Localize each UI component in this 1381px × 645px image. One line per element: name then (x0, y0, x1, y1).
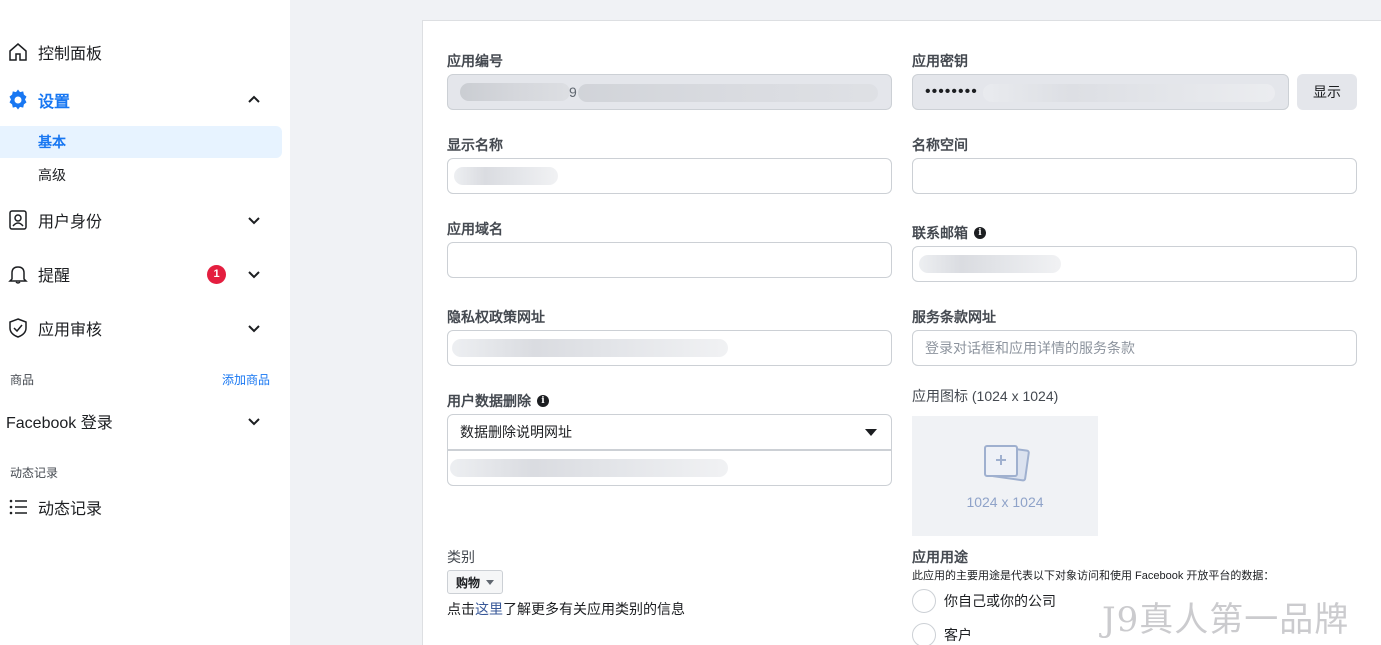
purpose-option-label: 客户 (944, 627, 972, 643)
sidebar-item-label: 基本 (38, 134, 66, 150)
notification-badge: 1 (207, 264, 226, 284)
chevron-up-icon (248, 95, 260, 103)
category-help-link[interactable]: 这里 (475, 601, 503, 617)
tos-url-field[interactable] (912, 330, 1357, 366)
app-secret-field[interactable]: •••••••• (912, 74, 1289, 110)
sidebar-item-label: 提醒 (38, 268, 71, 285)
id-card-icon (6, 208, 30, 232)
display-name-label: 显示名称 (447, 137, 503, 153)
redacted-text (983, 84, 1275, 102)
redacted-text (578, 84, 878, 102)
chevron-down-icon (248, 418, 260, 426)
purpose-option-label: 你自己或你的公司 (944, 593, 1056, 609)
chevron-down-icon (248, 217, 260, 225)
category-help-suffix: 了解更多有关应用类别的信息 (503, 601, 685, 617)
tos-url-label: 服务条款网址 (912, 309, 996, 325)
gear-icon (6, 88, 30, 112)
sidebar-item-user-identity[interactable]: 用户身份 (0, 204, 282, 236)
purpose-option-self[interactable]: 你自己或你的公司 (912, 589, 1056, 613)
image-placeholder-icon (984, 445, 1030, 482)
bell-icon (6, 262, 30, 286)
purpose-label: 应用用途 (912, 549, 968, 565)
tos-url-input[interactable] (925, 340, 1356, 356)
data-deletion-url-field[interactable] (447, 450, 892, 486)
namespace-label: 名称空间 (912, 137, 968, 153)
data-deletion-select[interactable]: 数据删除说明网址 (447, 414, 892, 450)
app-icon-dimensions: 1024 x 1024 (966, 494, 1044, 510)
info-icon[interactable]: i (974, 227, 986, 239)
sidebar-item-activity-log[interactable]: 动态记录 (0, 491, 282, 523)
app-id-field[interactable]: 9 (447, 74, 892, 110)
contact-email-label-text: 联系邮箱 (912, 225, 968, 241)
chevron-down-icon (248, 271, 260, 279)
sidebar-item-label: 用户身份 (38, 214, 103, 231)
chevron-down-icon (248, 325, 260, 333)
app-domains-label: 应用域名 (447, 221, 503, 237)
category-help-text: 点击这里了解更多有关应用类别的信息 (447, 599, 685, 619)
sidebar-item-app-review[interactable]: 应用审核 (0, 312, 282, 344)
category-label: 类别 (447, 549, 475, 565)
caret-down-icon (486, 579, 495, 585)
display-name-field[interactable] (447, 158, 892, 194)
data-deletion-label-text: 用户数据删除 (447, 393, 531, 409)
privacy-url-label: 隐私权政策网址 (447, 309, 545, 325)
purpose-option-clients[interactable]: 客户 (912, 623, 972, 645)
sidebar-item-label: 控制面板 (38, 46, 103, 63)
app-id-suffix: 9 (569, 84, 577, 100)
sidebar-item-dashboard[interactable]: 控制面板 (0, 36, 282, 68)
app-domains-field[interactable] (447, 242, 892, 278)
redacted-text (452, 339, 728, 357)
sidebar-item-label: 高级 (38, 167, 66, 183)
sidebar-item-label: 动态记录 (38, 501, 103, 518)
sidebar-item-label: 应用审核 (38, 322, 103, 339)
home-icon (6, 40, 30, 64)
radio-button[interactable] (912, 623, 936, 645)
purpose-description: 此应用的主要用途是代表以下对象访问和使用 Facebook 开放平台的数据： (912, 570, 1275, 582)
products-section-heading: 商品 (10, 373, 35, 387)
category-help-prefix: 点击 (447, 601, 475, 617)
category-value: 购物 (456, 575, 481, 590)
privacy-url-field[interactable] (447, 330, 892, 366)
sidebar-item-label: Facebook 登录 (6, 415, 113, 432)
watermark: J9真人第一品牌 (1102, 600, 1350, 640)
redacted-text (450, 459, 728, 477)
shield-check-icon (6, 316, 30, 340)
contact-email-label: 联系邮箱 i (912, 223, 986, 243)
contact-email-field[interactable] (912, 246, 1357, 282)
app-icon-label: 应用图标 (1024 x 1024) (912, 388, 1059, 404)
app-icon-upload[interactable]: 1024 x 1024 (912, 416, 1098, 536)
sidebar-item-settings[interactable]: 设置 (0, 84, 282, 116)
category-dropdown[interactable]: 购物 (447, 570, 504, 594)
app-id-label: 应用编号 (447, 53, 503, 69)
redacted-text (454, 167, 558, 185)
list-icon (6, 495, 30, 519)
namespace-field[interactable] (912, 158, 1357, 194)
sidebar-item-label: 设置 (38, 94, 71, 111)
app-secret-label: 应用密钥 (912, 53, 968, 69)
sidebar-item-alerts[interactable]: 提醒 1 (0, 258, 282, 290)
activity-section-heading: 动态记录 (10, 466, 59, 480)
caret-down-icon (865, 429, 877, 436)
info-icon[interactable]: i (537, 395, 549, 407)
data-deletion-label: 用户数据删除 i (447, 391, 549, 411)
radio-button[interactable] (912, 589, 936, 613)
add-product-link[interactable]: 添加商品 (222, 371, 270, 388)
app-secret-value: •••••••• (925, 83, 978, 100)
data-deletion-select-value: 数据删除说明网址 (460, 424, 572, 440)
sidebar-item-facebook-login[interactable]: Facebook 登录 (0, 405, 282, 437)
redacted-text (460, 83, 570, 101)
redacted-text (919, 255, 1061, 273)
sidebar-item-advanced[interactable]: 高级 (0, 159, 282, 191)
sidebar-item-basic[interactable]: 基本 (0, 126, 282, 158)
sidebar: 控制面板 设置 基本 高级 用户身份 提醒 1 应用审核 商品 添加商品 Fac… (0, 0, 290, 645)
show-secret-button[interactable]: 显示 (1297, 74, 1357, 110)
